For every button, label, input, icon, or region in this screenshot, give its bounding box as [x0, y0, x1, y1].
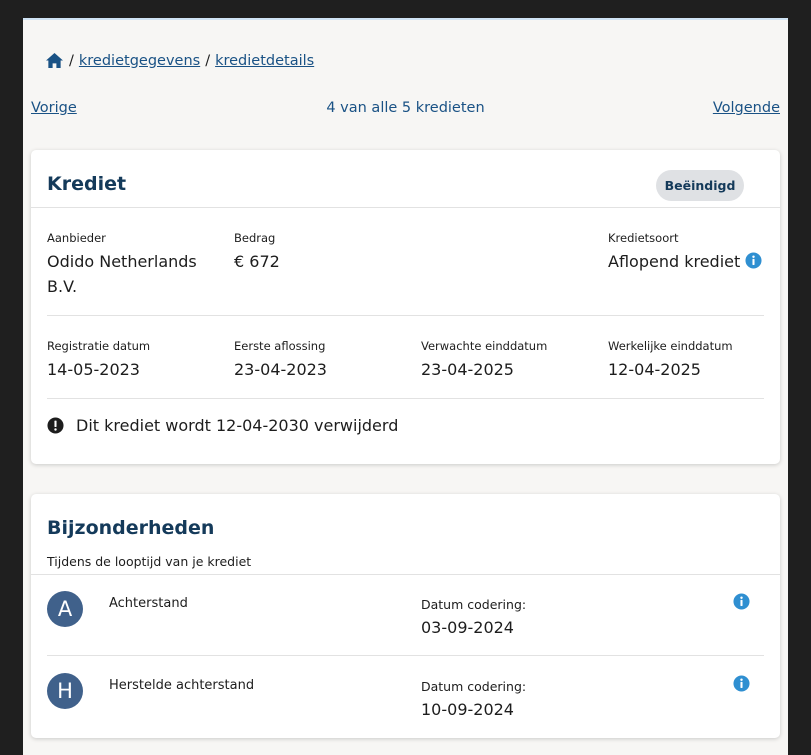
amount-label: Bedrag — [234, 231, 276, 245]
code-avatar: H — [47, 673, 83, 709]
coding-date-label: Datum codering: — [421, 679, 527, 694]
info-icon[interactable] — [733, 675, 750, 692]
breadcrumb-link-kredietgegevens[interactable]: kredietgegevens — [79, 53, 200, 69]
divider — [31, 574, 780, 575]
provider-value: Odido Netherlands B.V. — [47, 249, 197, 299]
info-icon[interactable] — [733, 593, 750, 610]
breadcrumb-link-kredietdetails[interactable]: kredietdetails — [215, 53, 314, 69]
divider — [31, 207, 780, 208]
first-payment-value: 23-04-2023 — [234, 360, 327, 379]
pager: Vorige 4 van alle 5 kredieten Volgende — [31, 100, 780, 120]
divider — [47, 655, 764, 656]
exclamation-icon — [47, 417, 64, 434]
coding-date-label: Datum codering: — [421, 597, 527, 612]
actual-end-value: 12-04-2025 — [608, 360, 701, 379]
particular-label: Achterstand — [109, 596, 188, 611]
first-payment-label: Eerste aflossing — [234, 339, 326, 353]
removal-notice-text: Dit krediet wordt 12-04-2030 verwijderd — [76, 416, 399, 435]
code-avatar: A — [47, 591, 83, 627]
breadcrumb: / kredietgegevens / kredietdetails — [45, 52, 314, 69]
credit-type-value: Aflopend krediet — [608, 249, 762, 274]
actual-end-label: Werkelijke einddatum — [608, 339, 733, 353]
provider-label: Aanbieder — [47, 231, 106, 245]
breadcrumb-separator: / — [205, 52, 211, 69]
registration-value: 14-05-2023 — [47, 360, 140, 379]
provider-value-line2: B.V. — [47, 277, 78, 296]
particular-label: Herstelde achterstand — [109, 678, 255, 693]
next-link[interactable]: Volgende — [713, 100, 780, 116]
info-icon[interactable] — [745, 252, 762, 269]
particulars-title: Bijzonderheden — [47, 517, 215, 539]
provider-value-line1: Odido Netherlands — [47, 252, 197, 271]
credit-type-text: Aflopend krediet — [608, 252, 741, 271]
page: / kredietgegevens / kredietdetails Vorig… — [23, 18, 788, 755]
expected-end-value: 23-04-2025 — [421, 360, 514, 379]
pager-count: 4 van alle 5 kredieten — [326, 100, 485, 116]
home-icon[interactable] — [45, 52, 64, 69]
coding-date-value: 10-09-2024 — [421, 700, 514, 719]
coding-date-value: 03-09-2024 — [421, 618, 514, 637]
amount-value: € 672 — [234, 252, 280, 271]
credit-card: Krediet Beëindigd Aanbieder Odido Nether… — [31, 150, 780, 464]
removal-notice: Dit krediet wordt 12-04-2030 verwijderd — [47, 416, 398, 435]
credit-type-label: Kredietsoort — [608, 231, 679, 245]
credit-title: Krediet — [47, 173, 127, 195]
divider — [47, 398, 764, 399]
expected-end-label: Verwachte einddatum — [421, 339, 548, 353]
breadcrumb-separator: / — [69, 52, 74, 69]
status-badge: Beëindigd — [656, 170, 744, 201]
particulars-card: Bijzonderheden Tijdens de looptijd van j… — [31, 494, 780, 738]
registration-label: Registratie datum — [47, 339, 151, 353]
divider — [47, 315, 764, 316]
particulars-subtitle: Tijdens de looptijd van je krediet — [47, 554, 252, 569]
